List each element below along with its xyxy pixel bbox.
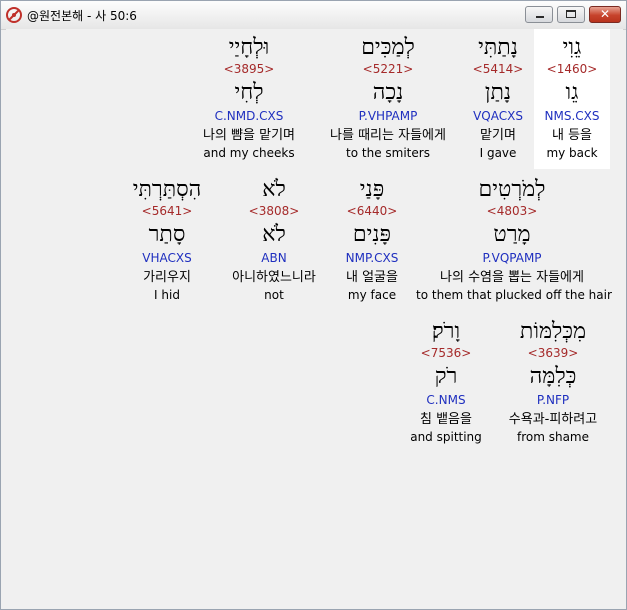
hebrew-lemma: כְּלִמָּה (529, 364, 577, 389)
strong-number[interactable]: <3639> (498, 346, 608, 361)
window-title: @원전본해 - 사 50:6 (27, 9, 137, 23)
hebrew-word: נָתַתִּי (478, 35, 518, 60)
korean-gloss: 아니하였느니라 (232, 270, 316, 285)
hebrew-word: לֹא (262, 177, 286, 202)
minimize-button[interactable] (525, 6, 553, 23)
title-bar[interactable]: @원전본해 - 사 50:6 ✕ (1, 1, 626, 30)
strong-number[interactable]: <5641> (121, 204, 213, 219)
hebrew-word: וָרֹק׃ (431, 319, 461, 344)
word-cell[interactable]: לְמַכִּים <5221> נָכָה P.VHPAMP 나를 때리는 자… (318, 29, 458, 169)
strong-number[interactable]: <3895> (189, 62, 309, 77)
maximize-icon (566, 10, 576, 18)
korean-gloss: 맡기며 (480, 128, 516, 143)
korean-gloss: 내 등을 (551, 128, 592, 143)
strong-number[interactable]: <5414> (463, 62, 533, 77)
strong-number[interactable]: <4803> (416, 204, 608, 219)
hebrew-word: לְמֹרְטִים (478, 177, 546, 202)
strong-number[interactable]: <1460> (534, 62, 610, 77)
word-cell[interactable]: וָרֹק׃ <7536> רֹק C.NMS 침 뱉음을 and spitti… (406, 313, 486, 453)
korean-gloss: 나를 때리는 자들에게 (330, 128, 446, 143)
morphology-code[interactable]: P.VQPAMP (416, 251, 608, 266)
english-gloss: my back (546, 146, 598, 160)
english-gloss: my face (347, 288, 397, 302)
strong-number[interactable]: <7536> (406, 346, 486, 361)
maximize-button[interactable] (557, 6, 585, 23)
hebrew-lemma: מָרַט (493, 222, 531, 247)
english-gloss: not (264, 288, 284, 302)
hebrew-word: מִכְּלִמּוֹת (519, 319, 587, 344)
word-cell[interactable]: נָתַתִּי <5414> נָתַן VQACXS 맡기며 I gave (463, 29, 533, 169)
hebrew-lemma: פָּנִים (352, 222, 392, 247)
morphology-code[interactable]: C.NMS (406, 393, 486, 408)
morphology-code[interactable]: NMS.CXS (534, 109, 610, 124)
english-gloss: to them that plucked off the hair (416, 288, 612, 302)
hebrew-word: וּלְחָיַי (228, 35, 270, 60)
hebrew-lemma: גֵו (565, 80, 579, 105)
english-gloss: to the smiters (346, 146, 430, 160)
morphology-code[interactable]: VQACXS (463, 109, 533, 124)
strong-number[interactable]: <5221> (318, 62, 458, 77)
word-cell[interactable]: וּלְחָיַי <3895> לְחִי C.NMD.CXS 나의 뺨을 맡… (189, 29, 309, 169)
word-cell[interactable]: הִסְתַּרְתִּי <5641> סָתַר VHACXS 가리우지 I… (121, 171, 213, 311)
hebrew-lemma: סָתַר (148, 222, 186, 247)
hebrew-lemma: לְחִי (234, 80, 264, 105)
korean-gloss: 내 얼굴을 (346, 270, 398, 285)
morphology-code[interactable]: P.VHPAMP (318, 109, 458, 124)
word-cell[interactable]: גֵוִי <1460> גֵו NMS.CXS 내 등을 my back (534, 29, 610, 169)
strong-number[interactable]: <3808> (216, 204, 332, 219)
english-gloss: and my cheeks (203, 146, 295, 160)
hebrew-word: גֵוִי (562, 35, 582, 60)
english-gloss: I gave (479, 146, 517, 160)
korean-gloss: 나의 뺨을 맡기며 (203, 128, 295, 143)
english-gloss: I hid (154, 288, 180, 302)
morphology-code[interactable]: P.NFP (498, 393, 608, 408)
korean-gloss: 가리우지 (143, 270, 191, 285)
strong-number[interactable]: <6440> (332, 204, 412, 219)
word-cell[interactable]: מִכְּלִמּוֹת <3639> כְּלִמָּה P.NFP 수욕과-… (498, 313, 608, 453)
app-icon (6, 7, 22, 23)
word-cell[interactable]: לְמֹרְטִים <4803> מָרַט P.VQPAMP 나의 수염을 … (416, 171, 612, 311)
word-cell[interactable]: לֹא <3808> לֹא ABN 아니하였느니라 not (216, 171, 332, 311)
morphology-code[interactable]: NMP.CXS (332, 251, 412, 266)
korean-gloss: 나의 수염을 뽑는 자들에게 (440, 270, 584, 285)
app-window: @원전본해 - 사 50:6 ✕ גֵוִי <1460> גֵו NMS.CX… (0, 0, 627, 610)
word-cell[interactable]: פָּנַי <6440> פָּנִים NMP.CXS 내 얼굴을 my f… (332, 171, 412, 311)
hebrew-word: הִסְתַּרְתִּי (132, 177, 202, 202)
hebrew-lemma: לֹא (262, 222, 286, 247)
morphology-code[interactable]: ABN (216, 251, 332, 266)
english-gloss: and spitting (410, 430, 482, 444)
close-button[interactable]: ✕ (589, 6, 621, 23)
hebrew-lemma: רֹק (434, 364, 458, 389)
korean-gloss: 수욕과-피하려고 (508, 412, 598, 427)
close-icon: ✕ (600, 7, 611, 21)
morphology-code[interactable]: VHACXS (121, 251, 213, 266)
interlinear-view[interactable]: גֵוִי <1460> גֵו NMS.CXS 내 등을 my back נָ… (6, 29, 623, 606)
minimize-icon (536, 16, 544, 18)
hebrew-lemma: נָתַן (484, 80, 512, 105)
hebrew-word: פָּנַי (359, 177, 385, 202)
hebrew-lemma: נָכָה (372, 80, 404, 105)
hebrew-word: לְמַכִּים (361, 35, 415, 60)
english-gloss: from shame (516, 430, 590, 444)
korean-gloss: 침 뱉음을 (420, 412, 472, 427)
morphology-code[interactable]: C.NMD.CXS (189, 109, 309, 124)
